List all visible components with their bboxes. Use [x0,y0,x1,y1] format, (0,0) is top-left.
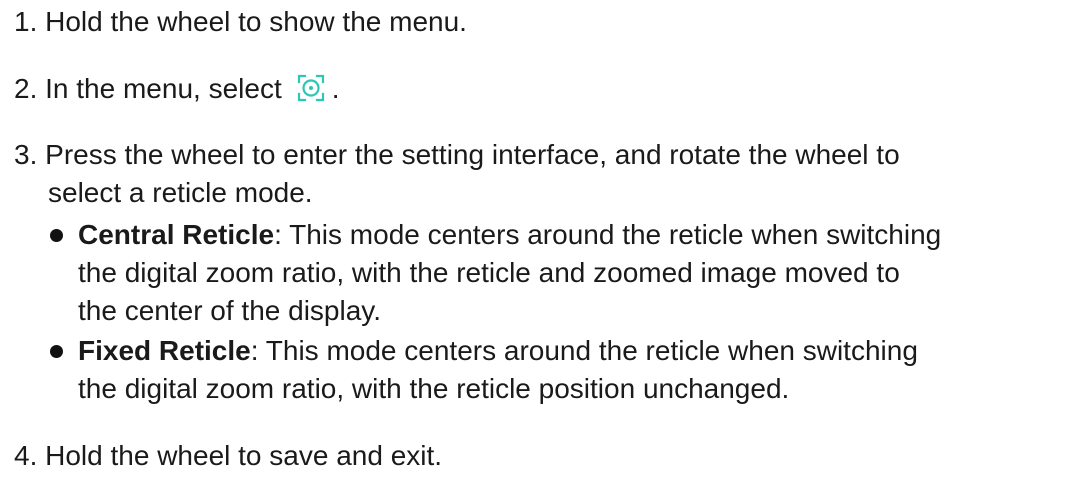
step-number: 2. [14,73,38,104]
mode-description: This mode centers around the reticle whe… [281,219,942,250]
step-text: Hold the wheel to show the menu. [45,6,467,37]
step-number: 1. [14,6,38,37]
list-item-central-reticle: Central Reticle: This mode centers aroun… [44,216,1066,330]
reticle-mode-list: Fixed Reticle: This mode centers around … [44,332,1066,408]
step-2: 2. In the menu, select. [14,70,1066,108]
step-text: In the menu, select [45,73,282,104]
step-suffix: . [331,73,340,104]
reticle-mode-list: Central Reticle: This mode centers aroun… [44,216,1066,330]
instruction-document: 1. Hold the wheel to show the menu. 2. I… [0,0,1074,481]
mode-description: This mode centers around the reticle whe… [258,335,918,366]
reticle-mode-icon [296,73,326,103]
step-4: 4. Hold the wheel to save and exit. [14,437,1066,475]
step-number: 3. [14,139,38,170]
step-1: 1. Hold the wheel to show the menu. [14,3,1066,41]
step-text: Hold the wheel to save and exit. [45,440,443,471]
bullet-icon [50,345,63,358]
list-item-fixed-reticle: Fixed Reticle: This mode centers around … [44,332,1066,408]
bullet-icon [50,229,63,242]
mode-description: the digital zoom ratio, with the reticle… [78,257,900,288]
mode-description: the digital zoom ratio, with the reticle… [78,373,790,404]
mode-term: Central Reticle [78,219,275,250]
step-text-line: Press the wheel to enter the setting int… [45,139,900,170]
step-3: 3. Press the wheel to enter the setting … [14,136,1066,212]
step-number: 4. [14,440,38,471]
mode-separator: : [250,335,259,366]
mode-term: Fixed Reticle [78,335,251,366]
mode-separator: : [274,219,282,250]
mode-description: the center of the display. [78,295,381,326]
step-text-line: select a reticle mode. [48,177,313,208]
